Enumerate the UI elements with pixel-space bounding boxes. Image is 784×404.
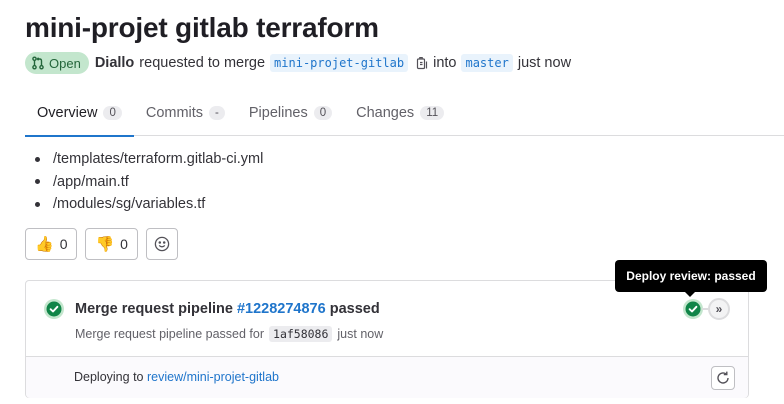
tab-pipelines[interactable]: Pipelines 0 bbox=[237, 90, 344, 136]
pipeline-widget: Merge request pipeline #1228274876 passe… bbox=[25, 280, 749, 398]
status-badge-label: Open bbox=[49, 55, 81, 71]
retry-icon bbox=[717, 371, 729, 384]
pipeline-id-link[interactable]: #1228274876 bbox=[237, 301, 326, 317]
author-link[interactable]: Diallo bbox=[95, 55, 134, 71]
status-badge: Open bbox=[25, 52, 89, 74]
created-time: just now bbox=[517, 55, 572, 71]
redeploy-button[interactable] bbox=[711, 366, 735, 390]
pipeline-time: just now bbox=[337, 327, 384, 341]
thumbs-down-icon: 👎 bbox=[95, 235, 115, 253]
tab-count-badge: - bbox=[209, 106, 225, 120]
commit-sha[interactable]: 1af58086 bbox=[269, 326, 333, 342]
tab-commits[interactable]: Commits - bbox=[134, 90, 237, 136]
pipeline-subtitle: Merge request pipeline passed for 1af580… bbox=[75, 326, 383, 342]
target-branch[interactable]: master bbox=[461, 54, 513, 72]
deployment-row: Deploying to review/mini-projet-gitlab bbox=[26, 356, 748, 398]
page-title: mini-projet gitlab terraform bbox=[25, 12, 379, 43]
tab-changes[interactable]: Changes 11 bbox=[344, 90, 456, 136]
list-item: /templates/terraform.gitlab-ci.yml bbox=[35, 148, 263, 171]
add-reaction-button[interactable] bbox=[145, 228, 178, 260]
environment-link[interactable]: review/mini-projet-gitlab bbox=[147, 370, 279, 384]
merge-request-open-icon bbox=[32, 56, 44, 70]
smiley-icon bbox=[154, 236, 170, 252]
pipeline-sub-prefix: Merge request pipeline passed for bbox=[75, 327, 265, 341]
pipeline-title-prefix: Merge request pipeline bbox=[75, 301, 233, 317]
list-item: /modules/sg/variables.tf bbox=[35, 193, 263, 216]
tab-label: Commits bbox=[145, 105, 204, 121]
tab-label: Pipelines bbox=[248, 105, 308, 121]
pipeline-status-text: passed bbox=[329, 301, 380, 317]
tab-label: Changes bbox=[356, 105, 415, 121]
mr-meta: Open Diallo requested to merge mini-proj… bbox=[25, 52, 571, 74]
mr-tabs: Overview 0 Commits - Pipelines 0 Changes… bbox=[25, 90, 784, 137]
thumbs-up-button[interactable]: 👍 0 bbox=[25, 228, 78, 260]
source-branch[interactable]: mini-projet-gitlab bbox=[270, 54, 409, 72]
tab-label: Overview bbox=[37, 105, 98, 121]
into-text: into bbox=[433, 55, 457, 71]
status-success-icon[interactable] bbox=[43, 298, 65, 325]
stage-passed-icon[interactable] bbox=[682, 298, 704, 325]
thumbs-down-count: 0 bbox=[120, 236, 128, 252]
description-file-list: /templates/terraform.gitlab-ci.yml /app/… bbox=[35, 148, 263, 216]
stage-tooltip: Deploy review: passed bbox=[615, 260, 767, 297]
tab-count-badge: 0 bbox=[103, 106, 122, 120]
list-item: /app/main.tf bbox=[35, 171, 263, 194]
copy-branch-icon[interactable] bbox=[415, 56, 429, 70]
downstream-chevron-icon[interactable]: » bbox=[708, 298, 730, 320]
requested-text: requested to merge bbox=[139, 55, 266, 71]
thumbs-up-count: 0 bbox=[59, 236, 68, 252]
tab-overview[interactable]: Overview 0 bbox=[25, 90, 134, 137]
tab-count-badge: 0 bbox=[313, 106, 333, 120]
pipeline-title: Merge request pipeline #1228274876 passe… bbox=[75, 301, 380, 317]
award-emoji-bar: 👍 0 👎 0 bbox=[25, 228, 178, 260]
deploy-prefix: Deploying to bbox=[74, 370, 144, 384]
thumbs-up-icon: 👍 bbox=[35, 235, 54, 253]
tab-count-badge: 11 bbox=[420, 106, 445, 120]
deployment-text: Deploying to review/mini-projet-gitlab bbox=[74, 370, 279, 384]
thumbs-down-button[interactable]: 👎 0 bbox=[85, 228, 138, 260]
